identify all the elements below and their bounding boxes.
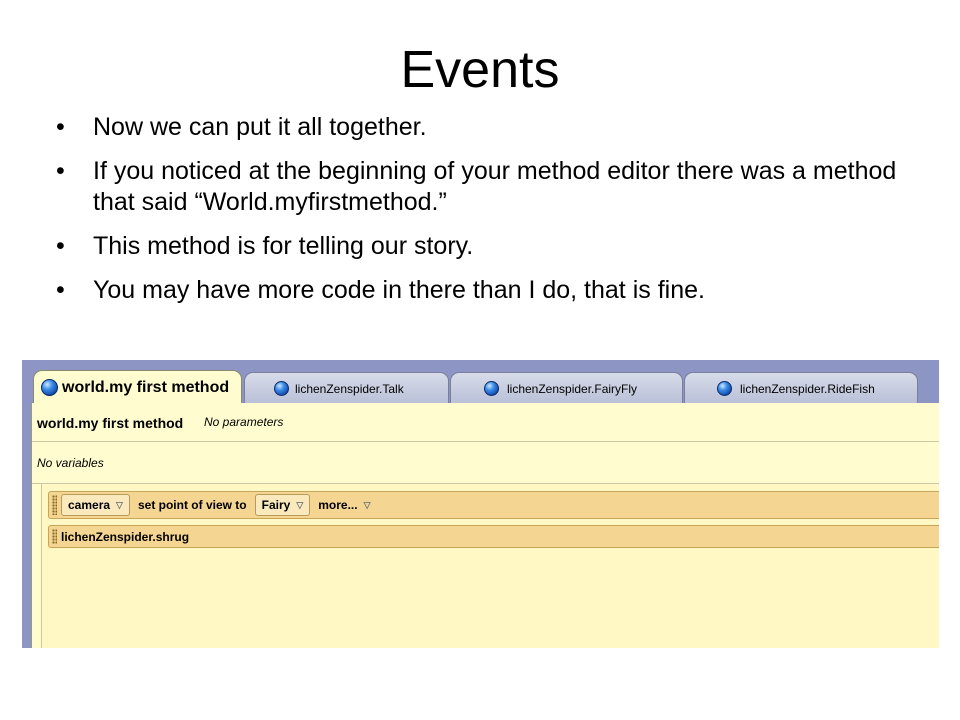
- drag-grip-icon[interactable]: [52, 495, 57, 515]
- statement-shrug[interactable]: lichenZenspider.shrug: [48, 525, 939, 548]
- dropdown-arrow-icon: ▽: [296, 499, 304, 510]
- more-label: more...: [318, 498, 358, 512]
- method-editor-panel: world.my first method No parameters No v…: [31, 403, 939, 648]
- parameters-label: No parameters: [204, 415, 284, 429]
- bullet-dot: •: [56, 113, 65, 141]
- method-orb-icon: [484, 381, 499, 396]
- statement-set-point-of-view[interactable]: camera ▽ set point of view to Fairy ▽ mo…: [48, 491, 939, 519]
- bullet-text: If you noticed at the beginning of your …: [93, 157, 897, 216]
- tab-label: lichenZenspider.FairyFly: [507, 381, 638, 396]
- variables-label: No variables: [37, 456, 104, 470]
- variables-row: No variables: [32, 442, 939, 484]
- tab-lichenzenspider-talk[interactable]: lichenZenspider.Talk: [244, 372, 449, 404]
- object-dropdown-value: camera: [68, 498, 111, 512]
- bullet-item: • If you noticed at the beginning of you…: [56, 156, 936, 218]
- dropdown-arrow-icon: ▽: [116, 499, 123, 510]
- tab-label: lichenZenspider.Talk: [295, 381, 404, 396]
- method-editor-screenshot: world.my first method lichenZenspider.Ta…: [22, 360, 939, 648]
- method-orb-icon: [41, 379, 58, 396]
- bullet-text: Now we can put it all together.: [93, 113, 427, 141]
- target-dropdown[interactable]: Fairy ▽: [254, 494, 311, 516]
- tab-lichenzenspider-fairyfly[interactable]: lichenZenspider.FairyFly: [450, 372, 683, 404]
- slide-title: Events: [400, 41, 560, 99]
- bullet-item: • You may have more code in there than I…: [56, 275, 936, 306]
- drag-grip-icon[interactable]: [52, 529, 57, 544]
- statement-action: set point of view to: [137, 498, 247, 512]
- target-dropdown-value: Fairy: [261, 498, 291, 512]
- more-dropdown[interactable]: more... ▽: [318, 498, 370, 512]
- bullet-text: You may have more code in there than I d…: [93, 276, 705, 304]
- method-name: world.my first method: [37, 415, 184, 431]
- bullet-dot: •: [56, 276, 65, 304]
- bullet-dot: •: [56, 232, 65, 260]
- method-header: world.my first method No parameters: [32, 403, 939, 442]
- object-dropdown[interactable]: camera ▽: [61, 494, 130, 516]
- tab-world-my-first-method[interactable]: world.my first method: [33, 370, 242, 404]
- bullet-item: • Now we can put it all together.: [56, 112, 936, 143]
- dropdown-arrow-icon: ▽: [363, 499, 371, 510]
- method-orb-icon: [274, 381, 289, 396]
- tab-label: world.my first method: [62, 378, 230, 396]
- bullet-list: • Now we can put it all together. • If y…: [56, 112, 936, 319]
- method-tab-bar: world.my first method lichenZenspider.Ta…: [22, 360, 939, 404]
- bullet-text: This method is for telling our story.: [93, 232, 474, 260]
- tab-label: lichenZenspider.RideFish: [740, 381, 875, 396]
- statement-text: lichenZenspider.shrug: [61, 529, 190, 544]
- bullet-dot: •: [56, 157, 65, 185]
- method-orb-icon: [717, 381, 732, 396]
- bullet-item: • This method is for telling our story.: [56, 231, 936, 262]
- code-area[interactable]: camera ▽ set point of view to Fairy ▽ mo…: [41, 484, 939, 648]
- tab-lichenzenspider-ridefish[interactable]: lichenZenspider.RideFish: [684, 372, 918, 404]
